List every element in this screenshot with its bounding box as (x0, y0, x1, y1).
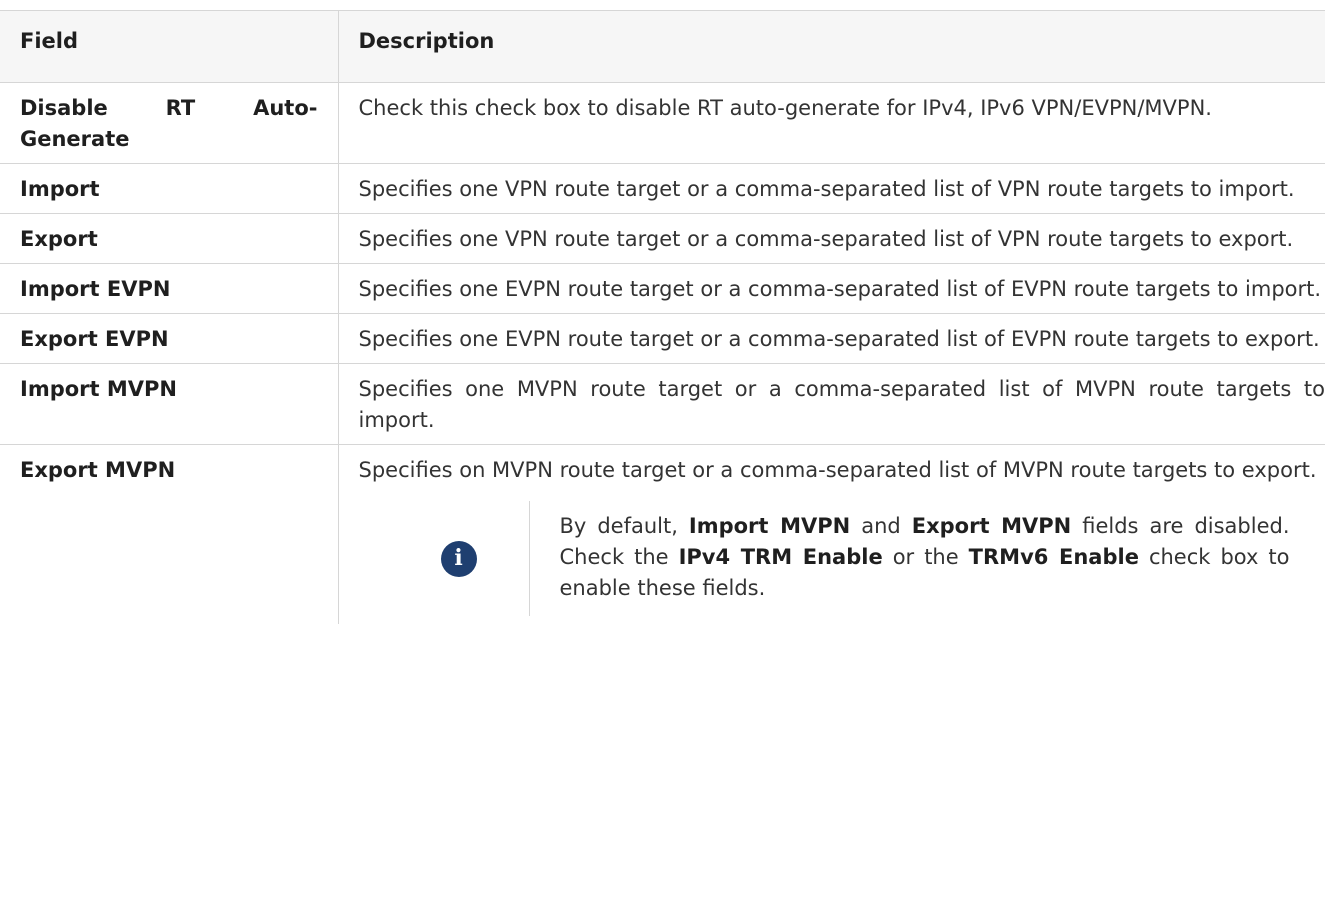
note-bold-ipv4-trm-enable: IPv4 TRM Enable (678, 545, 883, 569)
table-row: Export MVPN Specifies on MVPN route targ… (0, 444, 1325, 624)
field-name: Import MVPN (0, 363, 339, 445)
note-text-part: or the (882, 545, 969, 569)
table-header-row: Field Description (0, 10, 1325, 83)
note-bold-trmv6-enable: TRMv6 Enable (968, 545, 1139, 569)
note-text-part: and (850, 514, 912, 538)
table-row: Import Specifies one VPN route target or… (0, 163, 1325, 214)
column-header-description: Description (338, 10, 1325, 83)
note-text-part: By default, (559, 514, 689, 538)
info-icon: i (440, 540, 477, 577)
field-name: Import EVPN (0, 263, 339, 314)
field-description: Specifies one VPN route target or a comm… (338, 163, 1325, 214)
table-row: Import MVPN Specifies one MVPN route tar… (0, 363, 1325, 445)
table-row: Export Specifies one VPN route target or… (0, 213, 1325, 264)
field-description: Specifies one EVPN route target or a com… (338, 313, 1325, 364)
field-name: Import (0, 163, 339, 214)
table-row: Export EVPN Specifies one EVPN route tar… (0, 313, 1325, 364)
field-description: Specifies one VPN route target or a comm… (338, 213, 1325, 264)
field-description: Check this check box to disable RT auto-… (338, 82, 1325, 164)
field-description-table: Field Description Disable RT Auto-Genera… (0, 10, 1325, 624)
note-callout: i By default, Import MVPN and Export MVP… (389, 501, 1325, 616)
note-bold-export-mvpn: Export MVPN (911, 514, 1072, 538)
note-bold-import-mvpn: Import MVPN (688, 514, 851, 538)
table-row: Disable RT Auto-Generate Check this chec… (0, 82, 1325, 164)
field-name: Disable RT Auto-Generate (0, 82, 339, 164)
note-text: By default, Import MVPN and Export MVPN … (560, 501, 1290, 616)
field-name: Export MVPN (0, 444, 339, 624)
note-icon-column: i (389, 501, 530, 616)
field-description: Specifies one MVPN route target or a com… (338, 363, 1325, 445)
column-header-field: Field (0, 10, 339, 83)
field-description: Specifies on MVPN route target or a comm… (358, 458, 1317, 482)
field-name: Export EVPN (0, 313, 339, 364)
page: Field Description Disable RT Auto-Genera… (0, 0, 1325, 902)
table-row: Import EVPN Specifies one EVPN route tar… (0, 263, 1325, 314)
field-description: Specifies one EVPN route target or a com… (338, 263, 1325, 314)
field-description-cell: Specifies on MVPN route target or a comm… (338, 444, 1325, 624)
field-name: Export (0, 213, 339, 264)
